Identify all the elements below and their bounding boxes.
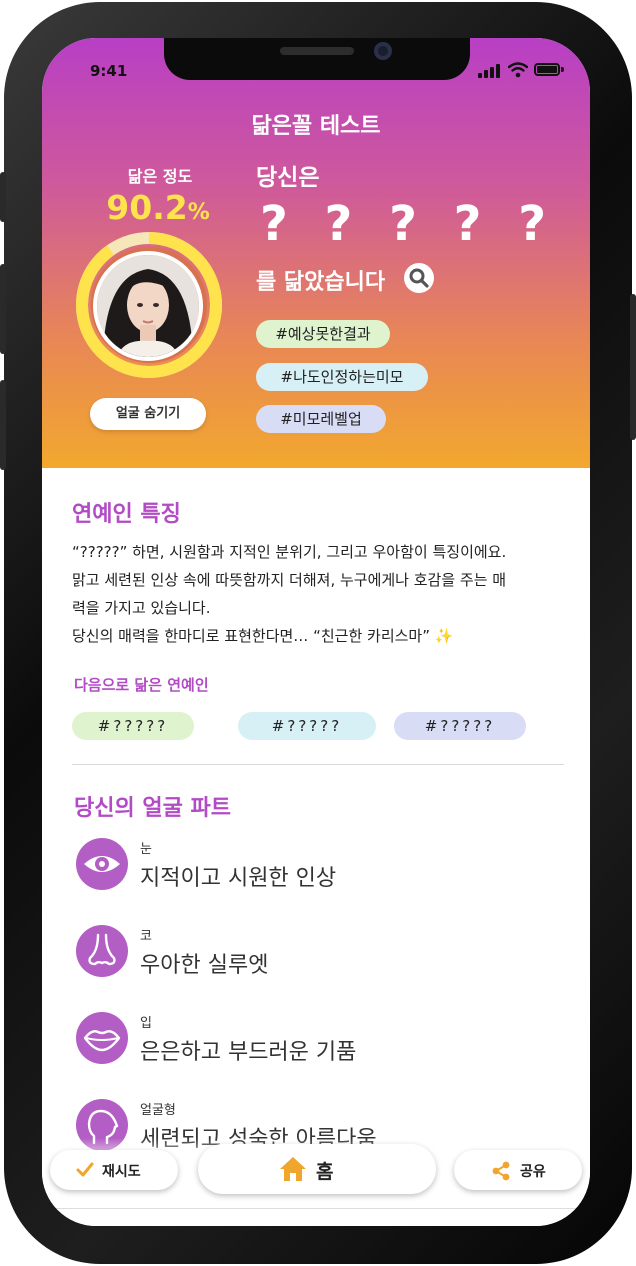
- face-part-label: 얼굴형: [140, 1103, 176, 1118]
- search-icon: [409, 268, 429, 288]
- section-divider: [72, 764, 564, 765]
- home-label: 홈: [316, 1161, 334, 1183]
- share-label: 공유: [520, 1164, 546, 1180]
- share-icon: [492, 1161, 510, 1181]
- retry-label: 재시도: [102, 1164, 141, 1180]
- result-tag: #미모레벨업: [256, 405, 386, 433]
- next-similar-label: 다음으로 닮은 연예인: [74, 676, 209, 694]
- you-are-label: 당신은: [256, 165, 320, 191]
- power-button: [630, 294, 636, 440]
- nose-icon: [88, 933, 116, 966]
- battery-icon: [534, 63, 560, 76]
- lips-icon: [83, 1030, 121, 1052]
- result-tag: #예상못한결과: [256, 320, 390, 348]
- signal-icon: [478, 64, 506, 78]
- features-line: 당신의 매력을 한마디로 표현한다면… “친근한 카리스마” ✨: [72, 627, 454, 645]
- similarity-number: 90.2: [106, 188, 188, 227]
- speaker: [280, 47, 354, 55]
- page-title: 닮은꼴 테스트: [251, 114, 381, 139]
- search-button[interactable]: [404, 263, 434, 293]
- share-button[interactable]: 공유: [454, 1150, 582, 1190]
- home-indicator-line: [42, 1208, 590, 1209]
- face-part-label: 입: [140, 1016, 152, 1031]
- phone-screen: 9:41 닮은꼴 테스트 닮은 정도 90.2% 얼굴 숨기기 당신은 ? ? …: [42, 38, 590, 1226]
- retry-button[interactable]: 재시도: [50, 1150, 178, 1190]
- mute-switch: [0, 172, 6, 222]
- hide-face-button[interactable]: 얼굴 숨기기: [90, 398, 206, 430]
- volume-down-button: [0, 380, 6, 470]
- next-similar-chip: #?????: [394, 712, 526, 740]
- avatar: [93, 251, 203, 361]
- avatar-portrait: [97, 255, 199, 357]
- wifi-icon: [508, 62, 528, 78]
- face-part-desc: 은은하고 부드러운 기품: [140, 1040, 357, 1065]
- volume-up-button: [0, 264, 6, 354]
- face-parts-title: 당신의 얼굴 파트: [74, 796, 231, 821]
- similarity-label: 닮은 정도: [127, 167, 193, 186]
- similarity-unit: %: [187, 200, 210, 225]
- next-similar-chip: #?????: [238, 712, 376, 740]
- celebrity-name: ? ? ? ? ?: [260, 196, 557, 252]
- front-camera: [374, 42, 392, 60]
- features-line: 력을 가지고 있습니다.: [72, 599, 211, 617]
- similarity-value: 90.2%: [88, 188, 228, 227]
- face-part-label: 눈: [140, 842, 152, 857]
- next-similar-chip: #?????: [72, 712, 194, 740]
- features-line: 맑고 세련된 인상 속에 따뜻함까지 더해져, 누구에게나 호감을 주는 매: [72, 571, 507, 589]
- face-part-desc: 우아한 실루엣: [140, 953, 269, 978]
- status-time: 9:41: [90, 62, 128, 80]
- home-icon: [280, 1157, 306, 1181]
- features-description: “?????” 하면, 시원함과 지적인 분위기, 그리고 우아함이 특징이에요…: [72, 538, 572, 650]
- features-title: 연예인 특징: [72, 502, 181, 527]
- battery-tip: [561, 67, 564, 72]
- face-part-icon: [76, 925, 128, 977]
- features-line: “?????” 하면, 시원함과 지적인 분위기, 그리고 우아함이 특징이에요…: [72, 543, 507, 561]
- face-part-icon: [76, 1012, 128, 1064]
- face-part-label: 코: [140, 929, 152, 944]
- checkmark-icon: [76, 1162, 94, 1177]
- face-part-icon: [76, 838, 128, 890]
- face-part-desc: 지적이고 시원한 인상: [140, 866, 337, 891]
- result-tag: #나도인정하는미모: [256, 363, 428, 391]
- eye-icon: [84, 856, 120, 872]
- resemble-text: 를 닮았습니다: [256, 270, 386, 295]
- notch: [164, 38, 470, 80]
- home-button[interactable]: 홈: [198, 1144, 436, 1194]
